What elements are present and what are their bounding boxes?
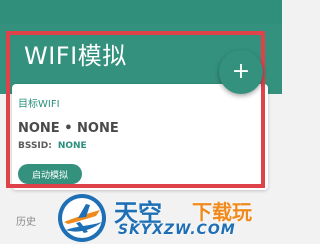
bssid-label: BSSID: <box>18 141 52 151</box>
watermark-title-part2: 下载玩 <box>192 200 252 224</box>
add-button[interactable]: + <box>219 50 263 94</box>
bssid-row: BSSID: NONE <box>18 141 87 151</box>
page-title: WIFI模拟 <box>24 42 127 70</box>
plus-icon: + <box>231 59 251 84</box>
card-subtitle: 目标WIFI <box>18 99 60 110</box>
wifi-name: NONE • NONE <box>18 121 119 136</box>
watermark: 天空 下载玩 SKYXZW.COM <box>56 192 282 244</box>
airplane-logo-icon <box>58 194 106 242</box>
status-bar <box>0 0 282 24</box>
history-label: 历史 <box>16 217 36 228</box>
bssid-value: NONE <box>57 141 87 151</box>
watermark-url: SKYXZW.COM <box>118 222 236 238</box>
start-simulation-button[interactable]: 启动模拟 <box>18 164 82 184</box>
